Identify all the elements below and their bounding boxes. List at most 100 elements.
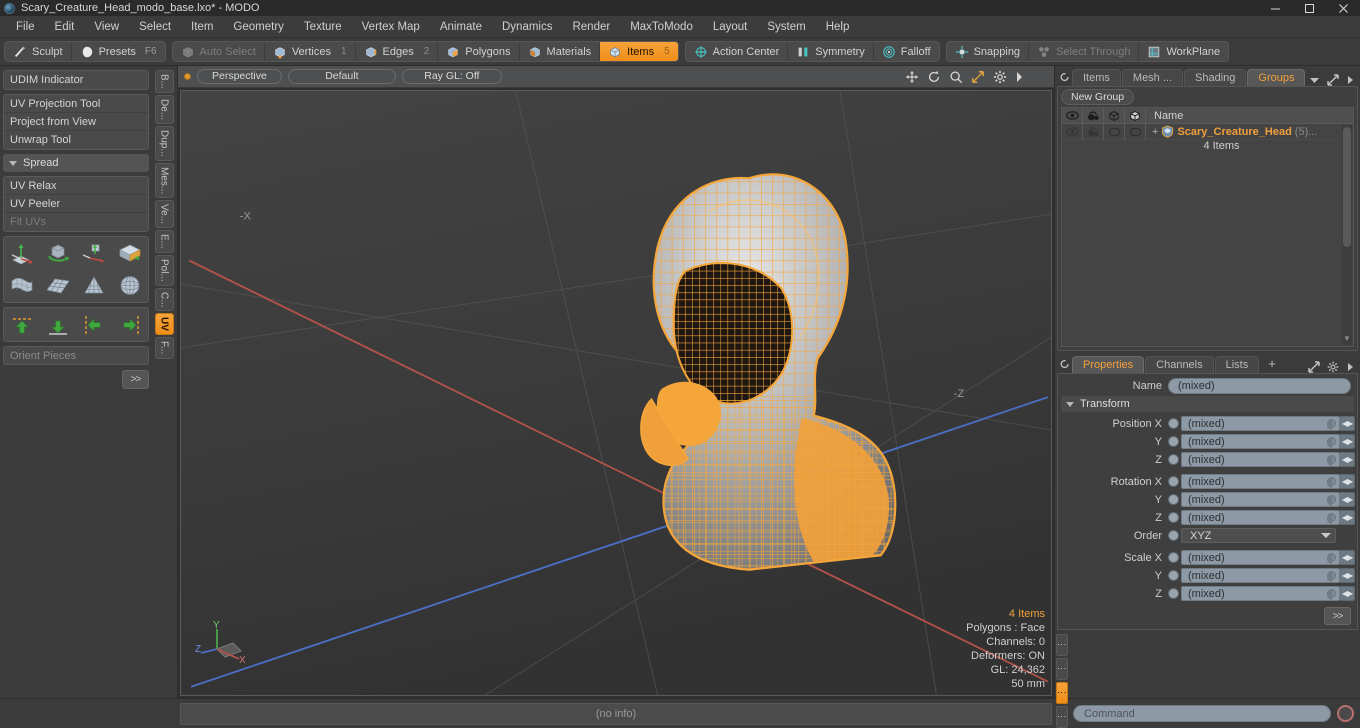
channel-icon[interactable] <box>1327 513 1336 524</box>
channel-icon[interactable] <box>1327 571 1336 582</box>
position-x-input[interactable]: (mixed) <box>1181 416 1340 431</box>
vtab-b[interactable]: B... <box>154 70 174 94</box>
tab-channels[interactable]: Channels <box>1145 356 1214 373</box>
scale-y-stepper[interactable]: ◀▶ <box>1340 568 1355 583</box>
properties-menu-icon[interactable] <box>1059 355 1071 373</box>
column-visibility-eye-icon[interactable] <box>1062 107 1083 124</box>
scale-y-radio[interactable] <box>1168 570 1179 581</box>
new-group-button[interactable]: New Group <box>1061 89 1135 105</box>
channel-icon[interactable] <box>1327 419 1336 430</box>
position-y-radio[interactable] <box>1168 436 1179 447</box>
gear-icon[interactable] <box>993 70 1007 84</box>
tool-unwrap-tool[interactable]: Unwrap Tool <box>4 131 148 149</box>
scale-z-stepper[interactable]: ◀▶ <box>1340 586 1355 601</box>
expand-icon[interactable] <box>1308 361 1320 373</box>
arrow-up-icon[interactable] <box>5 309 40 340</box>
left-panel-more-button[interactable]: >> <box>122 370 149 389</box>
scale-z-radio[interactable] <box>1168 588 1179 599</box>
vertices-button[interactable]: Vertices 1 <box>265 42 356 61</box>
chevron-right-icon[interactable] <box>1346 75 1354 85</box>
menu-dynamics[interactable]: Dynamics <box>492 16 562 38</box>
rp-vtab-3[interactable]: ⋮ <box>1056 682 1068 704</box>
minimize-button[interactable] <box>1258 0 1292 16</box>
chevron-right-icon[interactable] <box>1346 362 1354 372</box>
symmetry-button[interactable]: Symmetry <box>788 42 874 61</box>
position-x-stepper[interactable]: ◀▶ <box>1340 416 1355 431</box>
tool-fit-uvs[interactable]: Fit UVs <box>4 213 148 231</box>
record-icon[interactable] <box>1337 705 1354 722</box>
tool-uv-peeler[interactable]: UV Peeler <box>4 195 148 213</box>
action-center-button[interactable]: Action Center <box>686 42 789 61</box>
tool-uv-relax[interactable]: UV Relax <box>4 177 148 195</box>
fit-icon[interactable] <box>971 70 985 84</box>
vtab-ve[interactable]: Ve... <box>154 200 174 229</box>
scrollbar-thumb[interactable] <box>1343 127 1351 247</box>
vtab-c[interactable]: C... <box>154 287 174 312</box>
tab-items[interactable]: Items <box>1072 69 1121 86</box>
name-input[interactable]: (mixed) <box>1168 377 1351 394</box>
tool-udim-indicator[interactable]: UDIM Indicator <box>4 71 148 89</box>
uv-cone-icon[interactable] <box>76 270 112 301</box>
rotation-z-input[interactable]: (mixed) <box>1181 510 1340 525</box>
rotation-y-stepper[interactable]: ◀▶ <box>1340 492 1355 507</box>
scale-x-stepper[interactable]: ◀▶ <box>1340 550 1355 565</box>
uv-rotate-cube-icon[interactable] <box>40 238 76 269</box>
orient-pieces-field[interactable]: Orient Pieces <box>3 346 149 365</box>
select-through-button[interactable]: Select Through <box>1029 42 1140 61</box>
viewport-style-selector[interactable]: Default <box>287 69 396 84</box>
falloff-button[interactable]: Falloff <box>874 42 939 61</box>
chevron-down-icon[interactable] <box>1309 76 1320 84</box>
panel-menu-icon[interactable] <box>1059 68 1071 86</box>
pan-icon[interactable] <box>905 70 919 84</box>
menu-layout[interactable]: Layout <box>703 16 758 38</box>
scale-y-input[interactable]: (mixed) <box>1181 568 1340 583</box>
3d-viewport[interactable]: -X -Z Y Z X 4 Items Polygons: Face Chan… <box>180 90 1052 696</box>
menu-maxtomodo[interactable]: MaxToModo <box>620 16 703 38</box>
arrow-right-icon[interactable] <box>112 309 147 340</box>
arrow-left-icon[interactable] <box>76 309 112 340</box>
auto-select-button[interactable]: Auto Select <box>173 42 265 61</box>
rotation-z-radio[interactable] <box>1168 512 1179 523</box>
menu-view[interactable]: View <box>84 16 129 38</box>
tab-shading[interactable]: Shading <box>1184 69 1247 86</box>
transform-section-header[interactable]: Transform <box>1061 396 1354 412</box>
scale-x-radio[interactable] <box>1168 552 1179 563</box>
vtab-e[interactable]: E... <box>154 230 174 254</box>
column-lock-icon[interactable] <box>1083 107 1104 124</box>
rp-vtab-4[interactable]: ⋮ <box>1056 706 1068 728</box>
order-radio[interactable] <box>1168 530 1179 541</box>
tool-uv-projection-tool[interactable]: UV Projection Tool <box>4 95 148 113</box>
tab-groups[interactable]: Groups <box>1247 69 1306 86</box>
viewport-raygl-toggle[interactable]: Ray GL: Off <box>401 69 502 84</box>
tab-mesh[interactable]: Mesh ... <box>1121 69 1184 86</box>
command-input[interactable]: Command <box>1073 705 1331 722</box>
menu-select[interactable]: Select <box>129 16 181 38</box>
channel-icon[interactable] <box>1327 437 1336 448</box>
vtab-dup[interactable]: Dup... <box>154 126 174 161</box>
column-render-cube-outline-icon[interactable] <box>1104 107 1125 124</box>
position-z-input[interactable]: (mixed) <box>1181 452 1340 467</box>
sculpt-button[interactable]: Sculpt <box>5 42 72 61</box>
tool-project-from-view[interactable]: Project from View <box>4 113 148 131</box>
chevron-right-icon[interactable] <box>1015 71 1024 83</box>
scale-x-input[interactable]: (mixed) <box>1181 550 1340 565</box>
scroll-down-icon[interactable]: ▼ <box>1342 334 1352 343</box>
rotation-y-input[interactable]: (mixed) <box>1181 492 1340 507</box>
row-lock-icon[interactable] <box>1083 123 1104 140</box>
presets-button[interactable]: Presets F6 <box>72 42 165 61</box>
uv-flip-icon[interactable] <box>112 238 147 269</box>
table-row[interactable]: + Scary_Creature_Head (5)... <box>1062 123 1353 140</box>
menu-render[interactable]: Render <box>562 16 620 38</box>
uv-move-gizmo-icon[interactable] <box>5 238 40 269</box>
viewport-projection-selector[interactable]: Perspective <box>197 69 282 84</box>
workplane-button[interactable]: WorkPlane <box>1139 42 1228 61</box>
position-x-radio[interactable] <box>1168 418 1179 429</box>
channel-icon[interactable] <box>1327 589 1336 600</box>
polygons-button[interactable]: Polygons <box>438 42 520 61</box>
uv-drape-icon[interactable] <box>5 270 40 301</box>
uv-grid-flat-icon[interactable] <box>40 270 76 301</box>
order-dropdown[interactable]: XYZ <box>1181 528 1336 543</box>
snapping-button[interactable]: Snapping <box>947 42 1030 61</box>
section-spread[interactable]: Spread <box>3 154 149 172</box>
position-y-stepper[interactable]: ◀▶ <box>1340 434 1355 449</box>
